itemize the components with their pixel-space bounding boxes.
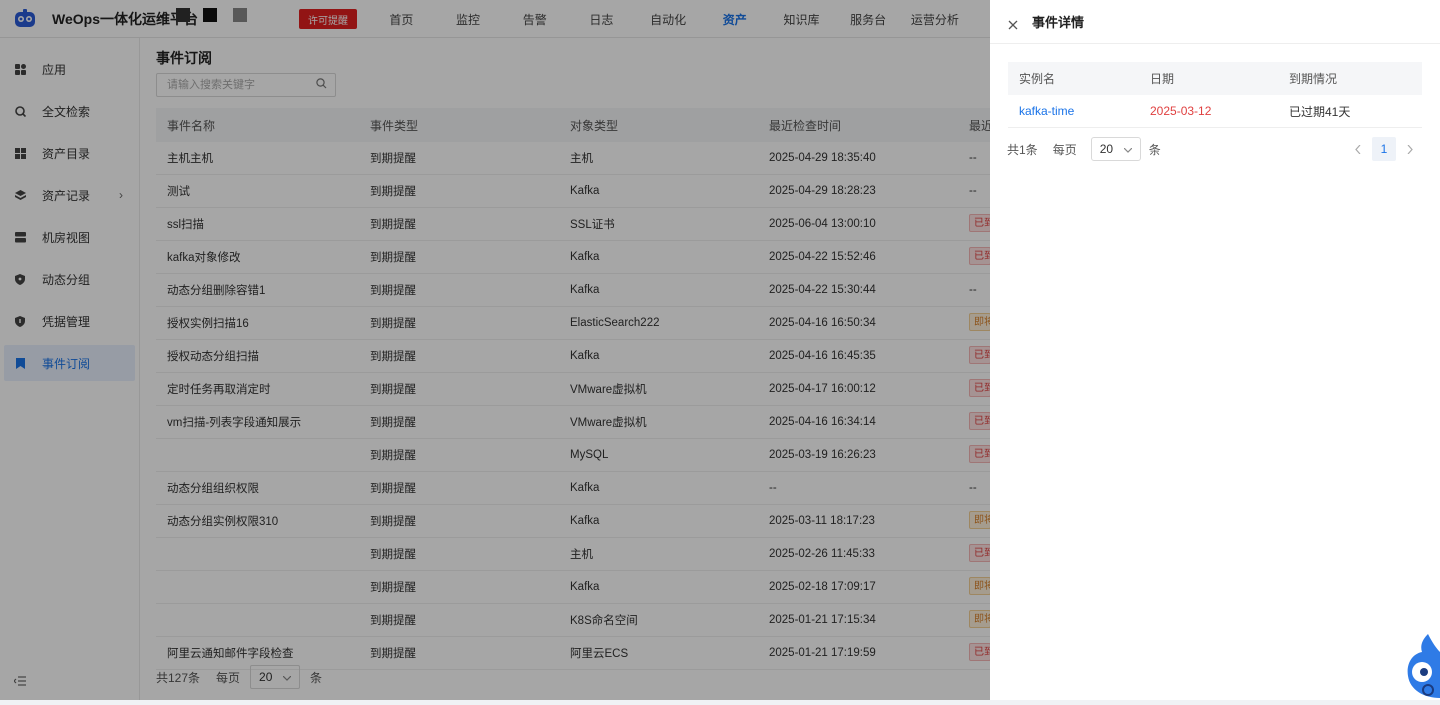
unit-label: 条 [1148,142,1161,157]
date-cell: 2025-03-12 [1150,104,1212,118]
expiry-status-cell: 已过期41天 [1289,104,1351,119]
column-header[interactable]: 日期 [1139,70,1278,87]
total-count: 共1条 [1007,142,1038,157]
drawer-title: 事件详情 [1032,15,1085,30]
detail-table: 实例名 日期 到期情况 kafka-time 2025-03-12 已过期41天 [1008,62,1422,128]
chevron-down-icon [1123,142,1133,156]
detail-table-header: 实例名 日期 到期情况 [1008,62,1422,95]
prev-page-icon[interactable] [1346,137,1370,161]
page-number-button[interactable]: 1 [1372,137,1396,161]
pager: 1 [1346,137,1422,161]
detail-table-row: kafka-time 2025-03-12 已过期41天 [1008,95,1422,128]
per-page-label: 每页 [1052,142,1077,157]
column-header[interactable]: 到期情况 [1278,70,1422,87]
instance-link[interactable]: kafka-time [1019,104,1074,118]
page-size-value: 20 [1099,142,1114,156]
event-detail-drawer: 事件详情 实例名 日期 到期情况 kafka-time 2025-03-12 已… [990,0,1440,700]
modal-overlay[interactable] [0,0,990,700]
next-page-icon[interactable] [1398,137,1422,161]
detail-pagination: 共1条 每页 20 条 1 [1007,137,1422,161]
close-icon[interactable] [1008,17,1018,29]
page-size-select[interactable]: 20 [1090,137,1141,161]
column-header[interactable]: 实例名 [1008,70,1139,87]
drawer-header: 事件详情 [990,0,1440,44]
assistant-mascot-icon[interactable] [1398,632,1440,700]
